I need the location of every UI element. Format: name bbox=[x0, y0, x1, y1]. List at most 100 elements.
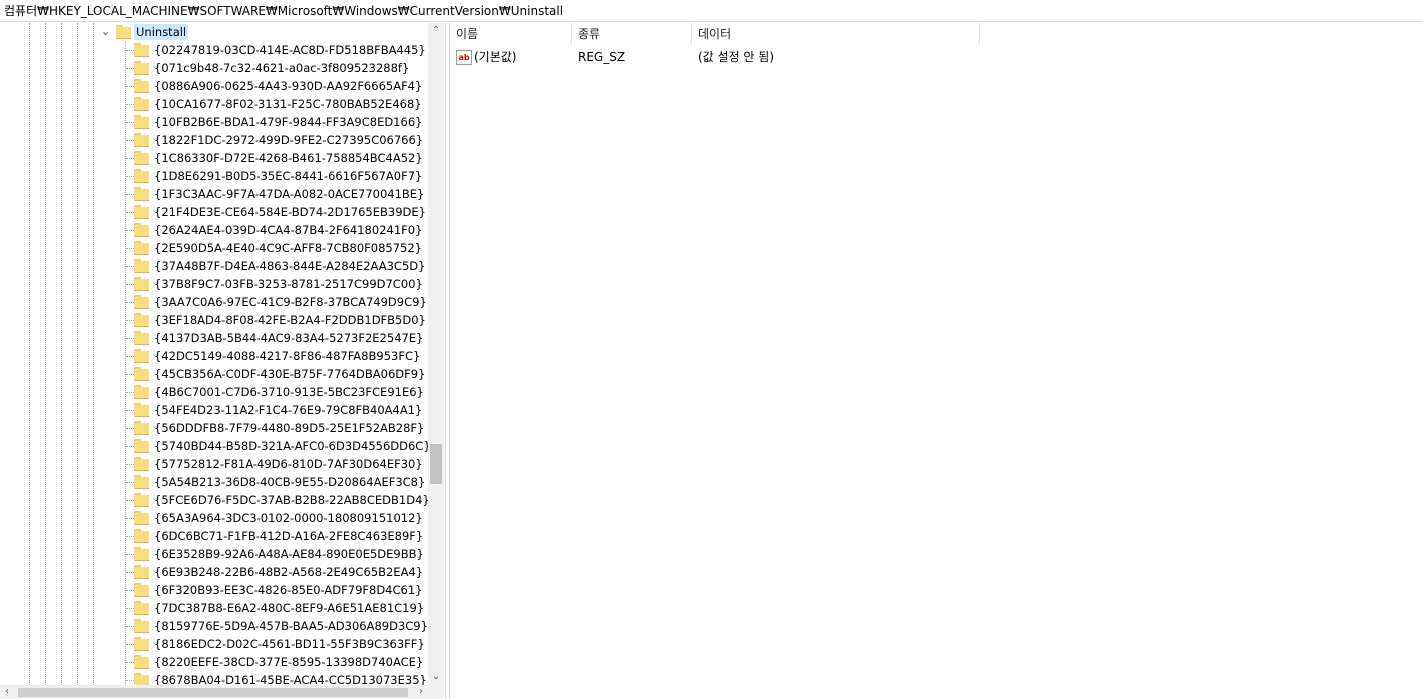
tree-node[interactable]: {2E590D5A-4E40-4C9C-AFF8-7CB80F085752} bbox=[0, 239, 428, 257]
tree-node[interactable]: {42DC5149-4088-4217-8F86-487FA8B953FC} bbox=[0, 347, 428, 365]
folder-icon bbox=[134, 475, 149, 489]
tree-node[interactable]: {1D8E6291-B0D5-35EC-8441-6616F567A0F7} bbox=[0, 167, 428, 185]
tree-node[interactable]: {10CA1677-8F02-3131-F25C-780BAB52E468} bbox=[0, 95, 428, 113]
tree-node[interactable]: {6E93B248-22B6-48B2-A568-2E49C65B2EA4} bbox=[0, 563, 428, 581]
scroll-thumb[interactable] bbox=[430, 444, 442, 484]
column-header-name[interactable]: 이름 bbox=[450, 23, 572, 45]
value-list[interactable]: 이름 종류 데이터 ab (기본값) REG_SZ (값 설정 안 됨) bbox=[450, 23, 1422, 699]
scroll-thumb[interactable] bbox=[18, 688, 408, 697]
tree-node[interactable]: {65A3A964-3DC3-0102-0000-180809151012} bbox=[0, 509, 428, 527]
scroll-left-icon[interactable]: ‹ bbox=[0, 685, 14, 699]
folder-icon bbox=[134, 169, 149, 183]
tree-node[interactable]: {7DC387B8-E6A2-480C-8EF9-A6E51AE81C19} bbox=[0, 599, 428, 617]
tree-node[interactable]: {5FCE6D76-F5DC-37AB-B2B8-22AB8CEDB1D4} bbox=[0, 491, 430, 509]
tree-node[interactable]: {5A54B213-36D8-40CB-9E55-D20864AEF3C8} bbox=[0, 473, 428, 491]
folder-icon bbox=[134, 385, 149, 399]
tree-node[interactable]: {37A48B7F-D4EA-4863-844E-A284E2AA3C5D} bbox=[0, 257, 428, 275]
tree-node-label: {57752812-F81A-49D6-810D-7AF30D64EF30} bbox=[154, 457, 423, 471]
chevron-down-icon[interactable]: ⌄ bbox=[101, 25, 110, 38]
tree-node[interactable]: {6DC6BC71-F1FB-412D-A16A-2FE8C463E89F} bbox=[0, 527, 428, 545]
tree-node-label: {8159776E-5D9A-457B-BAA5-AD306A89D3C9} bbox=[154, 619, 428, 633]
tree-node-label: {42DC5149-4088-4217-8F86-487FA8B953FC} bbox=[154, 349, 421, 363]
tree-node[interactable]: {1822F1DC-2972-499D-9FE2-C27395C06766} bbox=[0, 131, 428, 149]
tree-node-label: {6F320B93-EE3C-4826-85E0-ADF79F8D4C61} bbox=[154, 583, 423, 597]
tree-vertical-scrollbar[interactable]: ⌃ ⌄ bbox=[428, 23, 444, 685]
tree-node[interactable]: {3EF18AD4-8F08-42FE-B2A4-F2DDB1DFB5D0} bbox=[0, 311, 428, 329]
tree-node[interactable]: {54FE4D23-11A2-F1C4-76E9-79C8FB40A4A1} bbox=[0, 401, 428, 419]
tree-node-label: Uninstall bbox=[134, 24, 189, 40]
tree-node[interactable]: {10FB2B6E-BDA1-479F-9844-FF3A9C8ED166} bbox=[0, 113, 428, 131]
folder-icon bbox=[134, 259, 149, 273]
value-row[interactable]: ab (기본값) REG_SZ (값 설정 안 됨) bbox=[450, 48, 1150, 66]
tree-node-uninstall[interactable]: ⌄ Uninstall bbox=[0, 23, 428, 41]
folder-icon bbox=[134, 115, 149, 129]
folder-icon bbox=[134, 673, 149, 685]
tree-node[interactable]: {5740BD44-B58D-321A-AFC0-6D3D4556DD6C} bbox=[0, 437, 431, 455]
string-value-icon: ab bbox=[456, 50, 472, 65]
tree-node-label: {2E590D5A-4E40-4C9C-AFF8-7CB80F085752} bbox=[154, 241, 423, 255]
tree-node[interactable]: {1F3C3AAC-9F7A-47DA-A082-0ACE770041BE} bbox=[0, 185, 428, 203]
tree-node[interactable]: {56DDDFB8-7F79-4480-89D5-25E1F52AB28F} bbox=[0, 419, 428, 437]
tree-node-label: {10CA1677-8F02-3131-F25C-780BAB52E468} bbox=[154, 97, 422, 111]
tree-horizontal-scrollbar[interactable]: ‹ › bbox=[0, 685, 428, 699]
tree-node-label: {1822F1DC-2972-499D-9FE2-C27395C06766} bbox=[154, 133, 424, 147]
folder-icon bbox=[134, 133, 149, 147]
tree-node[interactable]: {57752812-F81A-49D6-810D-7AF30D64EF30} bbox=[0, 455, 428, 473]
column-header-data[interactable]: 데이터 bbox=[692, 23, 980, 45]
tree-node-label: {56DDDFB8-7F79-4480-89D5-25E1F52AB28F} bbox=[154, 421, 425, 435]
folder-icon bbox=[134, 313, 149, 327]
tree-node[interactable]: {8220EEFE-38CD-377E-8595-13398D740ACE} bbox=[0, 653, 428, 671]
tree-node-label: {6E93B248-22B6-48B2-A568-2E49C65B2EA4} bbox=[154, 565, 424, 579]
tree-node[interactable]: {1C86330F-D72E-4268-B461-758854BC4A52} bbox=[0, 149, 428, 167]
tree-node-label: {8220EEFE-38CD-377E-8595-13398D740ACE} bbox=[154, 655, 424, 669]
tree-node-label: {4137D3AB-5B44-4AC9-83A4-5273F2E2547E} bbox=[154, 331, 424, 345]
tree-node[interactable]: {02247819-03CD-414E-AC8D-FD518BFBA445} bbox=[0, 41, 428, 59]
folder-icon bbox=[134, 151, 149, 165]
tree-node[interactable]: {4B6C7001-C7D6-3710-913E-5BC23FCE91E6} bbox=[0, 383, 428, 401]
tree-node-label: {54FE4D23-11A2-F1C4-76E9-79C8FB40A4A1} bbox=[154, 403, 423, 417]
tree-node[interactable]: {071c9b48-7c32-4621-a0ac-3f809523288f} bbox=[0, 59, 428, 77]
tree-node-label: {1D8E6291-B0D5-35EC-8441-6616F567A0F7} bbox=[154, 169, 423, 183]
folder-icon bbox=[134, 565, 149, 579]
folder-icon bbox=[134, 223, 149, 237]
folder-icon bbox=[134, 493, 149, 507]
scroll-up-icon[interactable]: ⌃ bbox=[428, 23, 444, 39]
folder-icon bbox=[134, 43, 149, 57]
tree-node[interactable]: {8678BA04-D161-45BE-ACA4-CC5D13073E35} bbox=[0, 671, 428, 685]
tree-node-label: {10FB2B6E-BDA1-479F-9844-FF3A9C8ED166} bbox=[154, 115, 423, 129]
folder-icon bbox=[134, 349, 149, 363]
tree-node[interactable]: {37B8F9C7-03FB-3253-8781-2517C99D7C00} bbox=[0, 275, 428, 293]
tree-node-label: {071c9b48-7c32-4621-a0ac-3f809523288f} bbox=[154, 61, 410, 75]
tree-node-label: {45CB356A-C0DF-430E-B75F-7764DBA06DF9} bbox=[154, 367, 426, 381]
tree-node-label: {3EF18AD4-8F08-42FE-B2A4-F2DDB1DFB5D0} bbox=[154, 313, 426, 327]
key-tree[interactable]: ⌄ Uninstall {02247819-03CD-414E-AC8D-FD5… bbox=[0, 23, 444, 685]
tree-node-label: {5FCE6D76-F5DC-37AB-B2B8-22AB8CEDB1D4} bbox=[154, 493, 430, 507]
tree-node[interactable]: {6F320B93-EE3C-4826-85E0-ADF79F8D4C61} bbox=[0, 581, 428, 599]
tree-node-label: {6E3528B9-92A6-A48A-AE84-890E0E5DE9BB} bbox=[154, 547, 424, 561]
tree-node[interactable]: {3AA7C0A6-97EC-41C9-B2F8-37BCA749D9C9} bbox=[0, 293, 428, 311]
tree-node-label: {0886A906-0625-4A43-930D-AA92F6665AF4} bbox=[154, 79, 423, 93]
tree-node-label: {1F3C3AAC-9F7A-47DA-A082-0ACE770041BE} bbox=[154, 187, 425, 201]
scroll-down-icon[interactable]: ⌄ bbox=[428, 669, 444, 685]
column-header-type[interactable]: 종류 bbox=[572, 23, 692, 45]
tree-node[interactable]: {6E3528B9-92A6-A48A-AE84-890E0E5DE9BB} bbox=[0, 545, 428, 563]
tree-node-label: {02247819-03CD-414E-AC8D-FD518BFBA445} bbox=[154, 43, 426, 57]
folder-icon bbox=[134, 277, 149, 291]
address-bar[interactable]: 컴퓨터₩HKEY_LOCAL_MACHINE₩SOFTWARE₩Microsof… bbox=[0, 0, 1422, 22]
folder-icon bbox=[134, 241, 149, 255]
folder-icon bbox=[134, 637, 149, 651]
tree-node[interactable]: {26A24AE4-039D-4CA4-87B4-2F64180241F0} bbox=[0, 221, 428, 239]
tree-node-label: {3AA7C0A6-97EC-41C9-B2F8-37BCA749D9C9} bbox=[154, 295, 427, 309]
tree-node-label: {8186EDC2-D02C-4561-BD11-55F3B9C363FF} bbox=[154, 637, 425, 651]
tree-node[interactable]: {0886A906-0625-4A43-930D-AA92F6665AF4} bbox=[0, 77, 428, 95]
tree-node[interactable]: {4137D3AB-5B44-4AC9-83A4-5273F2E2547E} bbox=[0, 329, 428, 347]
tree-node[interactable]: {8186EDC2-D02C-4561-BD11-55F3B9C363FF} bbox=[0, 635, 428, 653]
folder-icon bbox=[134, 367, 149, 381]
scroll-right-icon[interactable]: › bbox=[414, 685, 428, 699]
tree-node[interactable]: {8159776E-5D9A-457B-BAA5-AD306A89D3C9} bbox=[0, 617, 428, 635]
tree-node[interactable]: {45CB356A-C0DF-430E-B75F-7764DBA06DF9} bbox=[0, 365, 428, 383]
folder-icon bbox=[134, 97, 149, 111]
tree-node-label: {5A54B213-36D8-40CB-9E55-D20864AEF3C8} bbox=[154, 475, 426, 489]
tree-node-label: {1C86330F-D72E-4268-B461-758854BC4A52} bbox=[154, 151, 423, 165]
tree-node[interactable]: {21F4DE3E-CE64-584E-BD74-2D1765EB39DE} bbox=[0, 203, 428, 221]
